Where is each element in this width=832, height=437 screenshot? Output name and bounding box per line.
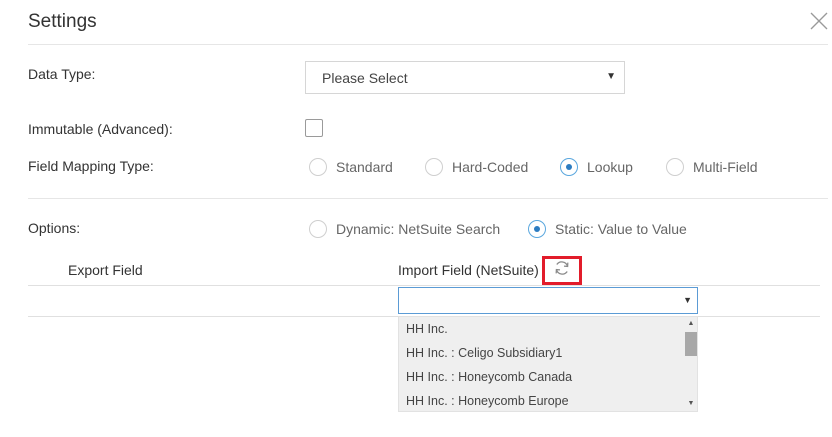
radio-dynamic-search-label: Dynamic: NetSuite Search — [336, 221, 501, 237]
radio-lookup[interactable]: Lookup — [560, 158, 633, 176]
radio-hard-coded-circle[interactable] — [425, 158, 443, 176]
options-label: Options: — [28, 220, 81, 236]
scroll-down-icon[interactable]: ▼ — [684, 398, 698, 410]
import-field-header: Import Field (NetSuite) — [398, 262, 539, 278]
data-type-select[interactable]: Please Select ▼ — [305, 61, 625, 94]
radio-lookup-circle[interactable] — [560, 158, 578, 176]
immutable-checkbox[interactable] — [305, 119, 323, 137]
data-type-value: Please Select — [322, 70, 408, 86]
immutable-label: Immutable (Advanced): — [28, 121, 173, 137]
radio-multi-field[interactable]: Multi-Field — [666, 158, 758, 176]
refresh-icon — [553, 259, 571, 282]
radio-multi-field-label: Multi-Field — [693, 159, 758, 175]
dropdown-option[interactable]: HH Inc. : Honeycomb Canada — [406, 370, 572, 384]
refresh-button[interactable] — [542, 256, 582, 285]
dropdown-option[interactable]: HH Inc. — [406, 322, 448, 336]
close-icon[interactable] — [808, 10, 830, 32]
header-divider — [28, 44, 828, 45]
import-field-dropdown: HH Inc. HH Inc. : Celigo Subsidiary1 HH … — [398, 316, 698, 412]
scrollbar-thumb[interactable] — [685, 332, 697, 356]
table-row-divider — [698, 316, 820, 317]
mapping-type-label: Field Mapping Type: — [28, 158, 154, 174]
chevron-down-icon[interactable]: ▼ — [683, 295, 692, 305]
dropdown-option[interactable]: HH Inc. : Celigo Subsidiary1 — [406, 346, 562, 360]
dialog-title: Settings — [28, 11, 97, 32]
radio-hard-coded-label: Hard-Coded — [452, 159, 529, 175]
radio-multi-field-circle[interactable] — [666, 158, 684, 176]
radio-static-value-label: Static: Value to Value — [555, 221, 687, 237]
radio-static-value[interactable]: Static: Value to Value — [528, 220, 687, 238]
radio-hard-coded[interactable]: Hard-Coded — [425, 158, 528, 176]
radio-static-value-circle[interactable] — [528, 220, 546, 238]
dropdown-scrollbar[interactable]: ▲ ▼ — [684, 316, 698, 412]
radio-dynamic-search[interactable]: Dynamic: NetSuite Search — [309, 220, 500, 238]
radio-dynamic-search-circle[interactable] — [309, 220, 327, 238]
scroll-up-icon[interactable]: ▲ — [684, 318, 698, 330]
radio-standard-label: Standard — [336, 159, 393, 175]
settings-dialog: Settings Data Type: Please Select ▼ Immu… — [0, 0, 832, 437]
radio-standard[interactable]: Standard — [309, 158, 393, 176]
section-divider — [28, 198, 828, 199]
dropdown-option[interactable]: HH Inc. : Honeycomb Europe — [406, 394, 569, 408]
data-type-label: Data Type: — [28, 66, 96, 82]
table-row-divider — [28, 316, 398, 317]
radio-lookup-label: Lookup — [587, 159, 633, 175]
chevron-down-icon: ▼ — [606, 71, 616, 82]
import-field-input[interactable]: ▼ — [398, 287, 698, 314]
table-header-divider — [28, 285, 820, 286]
export-field-header: Export Field — [68, 262, 143, 278]
radio-standard-circle[interactable] — [309, 158, 327, 176]
